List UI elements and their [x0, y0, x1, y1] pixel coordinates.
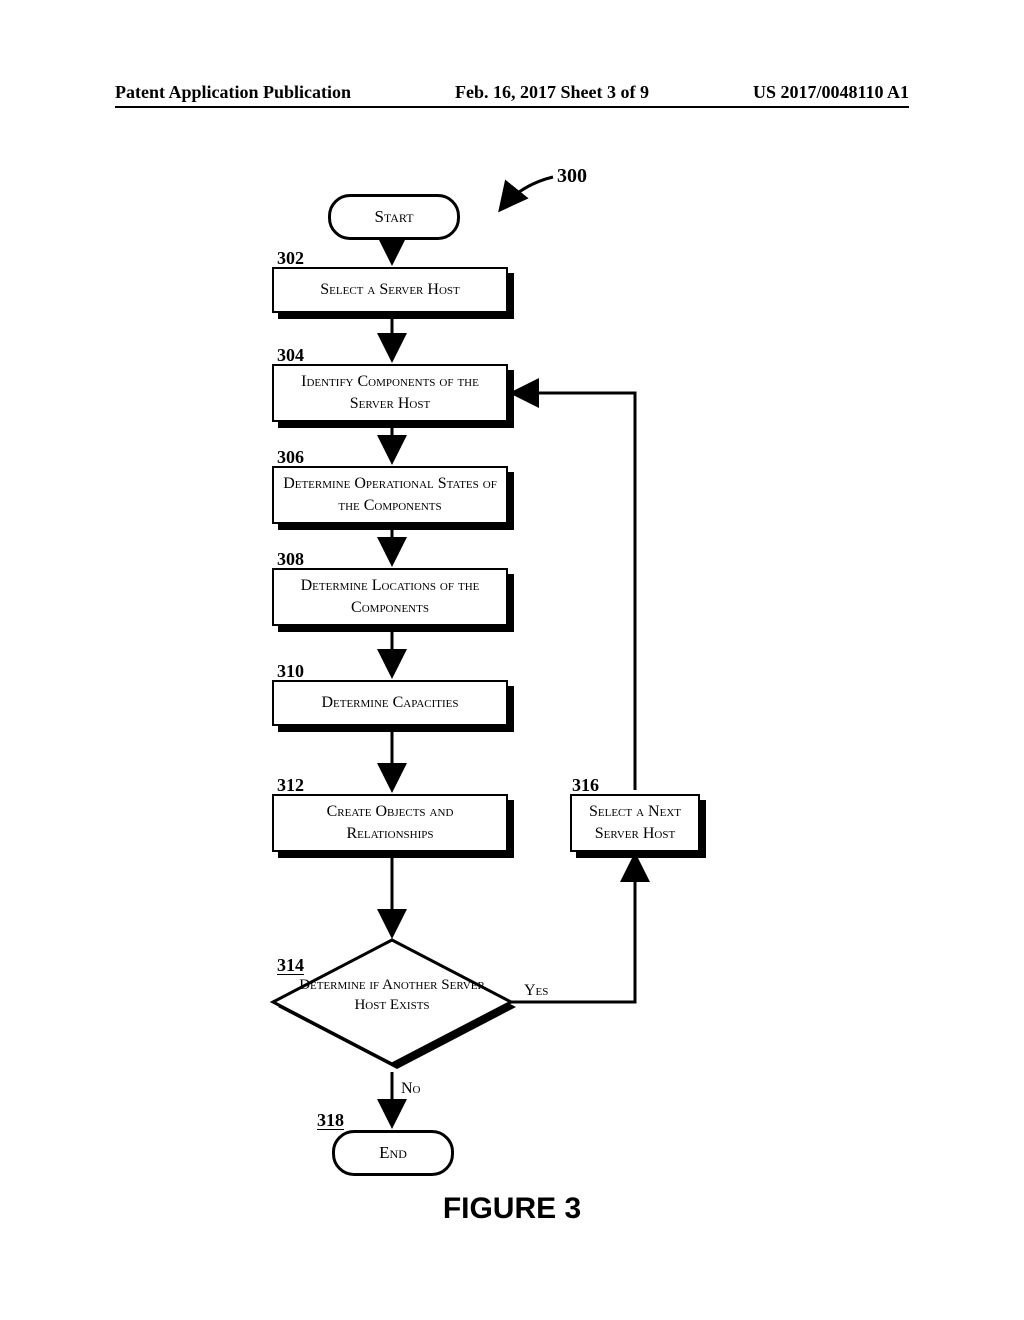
step-302-ref: 302	[277, 248, 304, 269]
step-312-box: Create Objects and Relationships	[272, 794, 508, 852]
decision-314-ref: 314	[277, 955, 304, 976]
step-312-ref: 312	[277, 775, 304, 796]
decision-no-label: No	[401, 1080, 421, 1098]
step-306-ref: 306	[277, 447, 304, 468]
end-terminator: End	[332, 1130, 454, 1176]
step-304-text: Identify Components of the Server Host	[282, 371, 498, 414]
start-label: Start	[374, 207, 413, 227]
diagram-ref-label: 300	[557, 165, 587, 188]
step-308-box: Determine Locations of the Components	[272, 568, 508, 626]
start-terminator: Start	[328, 194, 460, 240]
flowchart-arrows	[0, 0, 1024, 1320]
step-310-text: Determine Capacities	[321, 692, 458, 714]
decision-yes-label: Yes	[524, 982, 548, 1000]
step-306-box: Determine Operational States of the Comp…	[272, 466, 508, 524]
figure-caption: FIGURE 3	[0, 1192, 1024, 1226]
step-316-text: Select a Next Server Host	[580, 801, 690, 844]
end-ref: 318	[317, 1110, 344, 1131]
step-310-ref: 310	[277, 661, 304, 682]
decision-314-text: Determine if Another Server Host Exists	[292, 975, 492, 1016]
step-306-text: Determine Operational States of the Comp…	[282, 473, 498, 516]
step-308-text: Determine Locations of the Components	[282, 575, 498, 618]
step-304-ref: 304	[277, 345, 304, 366]
step-316-box: Select a Next Server Host	[570, 794, 700, 852]
step-302-text: Select a Server Host	[320, 279, 459, 301]
step-302-box: Select a Server Host	[272, 267, 508, 313]
step-310-box: Determine Capacities	[272, 680, 508, 726]
step-312-text: Create Objects and Relationships	[282, 801, 498, 844]
end-label: End	[379, 1143, 407, 1163]
step-316-ref: 316	[572, 775, 599, 796]
step-308-ref: 308	[277, 549, 304, 570]
flowchart-canvas: 300 Start 302 Select a Server Host 304 I…	[0, 0, 1024, 1320]
step-304-box: Identify Components of the Server Host	[272, 364, 508, 422]
